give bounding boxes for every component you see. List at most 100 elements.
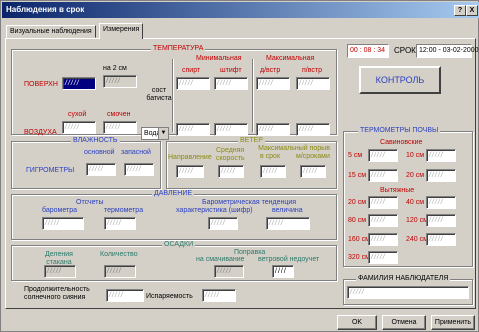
observer-name-field[interactable]: ///// [347,286,469,299]
min-spirit-field-2[interactable]: ///// [176,123,210,136]
v160-field[interactable]: ///// [368,233,398,246]
apply-button[interactable]: Применить [431,315,475,330]
temperature-legend: ТЕМПЕРАТУРА [151,45,206,52]
air-label: ВОЗДУХА [24,129,57,136]
batiste-state-label: сост батиста [146,87,172,102]
amount-label: Количество [100,251,138,258]
spirit-label: спирт [182,67,201,74]
tendency-value-field[interactable]: ///// [266,217,310,230]
v40-label: 40 см [406,199,425,206]
d-vstr-label: д/встр [260,67,281,74]
max-p-field[interactable]: ///// [296,77,330,90]
v120-label: 120 см [406,217,428,224]
s10-label: 10 см [406,152,425,159]
wind-max-gust-label: Максимальный порыв [258,145,330,152]
v20-label: 20 см [348,199,367,206]
hygrometers-label: ГИГРОМЕТРЫ [26,167,75,174]
wind-legend: ВЕТЕР [238,137,265,144]
wind-speed-field[interactable]: ///// [218,165,244,178]
v240-field[interactable]: ///// [426,233,456,246]
hygro-main-field[interactable]: ///// [86,163,116,176]
v40-field[interactable]: ///// [426,196,456,209]
depth-2cm-field[interactable]: ///// [103,75,137,88]
thermometer-field[interactable]: ///// [104,217,136,230]
chevron-down-icon[interactable]: ▼ [158,128,168,139]
hygro-spare-field[interactable]: ///// [124,163,154,176]
wind-between-label: м/сроками [296,153,330,160]
sunshine-label: Продолжительность солнечного сияния [24,286,90,301]
min-pin-field-2[interactable]: ///// [214,123,248,136]
s15-label: 15 см [348,172,367,179]
wind-deficit-field[interactable]: //// [272,265,294,278]
tendency-label: Барометрическая тенденция [202,199,297,206]
batiste-state-select[interactable]: Вода ▼ [141,127,169,140]
srok-label: СРОК [394,46,416,55]
close-button[interactable]: X [466,5,478,16]
barometer-label: барометра [42,207,77,214]
v80-field[interactable]: ///// [368,214,398,227]
glass-divisions-field[interactable]: ///// [44,265,76,278]
v320-field[interactable]: ///// [368,251,398,264]
s10-field[interactable]: ///// [426,149,456,162]
depth-2cm-label: на 2 см [103,65,127,72]
wind-gust-srok-field[interactable]: ///// [260,165,286,178]
help-button[interactable]: ? [454,5,466,16]
window-title: Наблюдения в срок [6,5,85,14]
s20-label: 20 см [406,172,425,179]
main-window: Наблюдения в срок ? X Визуальные наблюде… [0,0,479,332]
max-d-field[interactable]: ///// [256,77,290,90]
title-bar: Наблюдения в срок ? X [2,2,479,18]
max-d-field-2[interactable]: ///// [256,123,290,136]
s20-field[interactable]: ///// [426,169,456,182]
dry-label: сухой [68,111,87,118]
cancel-button[interactable]: Отмена [382,315,426,330]
surface-temp-field[interactable]: ///// [62,77,96,90]
temp-divider-1 [172,59,174,133]
wetting-field[interactable]: ///// [214,265,244,278]
characteristic-label: характеристика (шифр) [176,207,253,214]
pin-label: штифт [220,67,242,74]
min-spirit-field[interactable]: ///// [176,77,210,90]
v20-field[interactable]: ///// [368,196,398,209]
v120-field[interactable]: ///// [426,214,456,227]
precip-amount-field[interactable]: ///// [104,265,136,278]
dry-temp-field[interactable]: ///// [62,121,96,134]
s5-field[interactable]: ///// [368,149,398,162]
pressure-legend: ДАВЛЕНИЕ [152,190,195,197]
s5-label: 5 см [348,152,363,159]
s15-field[interactable]: ///// [368,169,398,182]
srok-value: 12:00 - 03-02-2000 [416,44,479,58]
min-pin-field[interactable]: ///// [214,77,248,90]
hum-spare-label: запасной [121,149,151,156]
v320-label: 320 см [348,254,370,261]
wind-direction-field[interactable]: ///// [176,165,204,178]
ok-button[interactable]: OK [337,315,377,330]
wind-direction-label: Направление [168,154,212,161]
max-p-field-2[interactable]: ///// [296,123,330,136]
observer-legend: ФАМИЛИЯ НАБЛЮДАТЕЛЯ [356,275,451,282]
tab-measurements[interactable]: Измерения [99,23,144,39]
wet-label: смочен [107,111,131,118]
tab-visual[interactable]: Визуальные наблюдения [6,25,96,38]
evaporation-field[interactable]: ///// [202,289,236,302]
max-temp-label: Максимальная [266,55,315,62]
min-temp-label: Минимальная [196,55,242,62]
characteristic-field[interactable]: ///// [208,217,238,230]
precip-legend: ОСАДКИ [162,241,196,248]
p-vstr-label: п/встр [302,67,322,74]
soil-legend: ТЕРМОМЕТРЫ ПОЧВЫ [358,127,441,134]
wind-avg-speed-label: Средняя скорость [216,147,245,162]
wet-temp-field[interactable]: ///// [103,121,137,134]
humidity-legend: ВЛАЖНОСТЬ [71,137,120,144]
v240-label: 240 см [406,236,428,243]
control-button[interactable]: КОНТРОЛЬ [359,66,441,94]
v80-label: 80 см [348,217,367,224]
wind-in-srok-label: в срок [260,153,281,160]
wetting-label: на смачивание [196,256,245,263]
vytyazh-label: Вытяжные [380,187,415,194]
thermometer-label: термометра [104,207,144,214]
clock-display: 00 : 08 : 34 [347,44,389,58]
barometer-field[interactable]: ///// [42,217,84,230]
sunshine-field[interactable]: ///// [106,289,144,302]
wind-gust-between-field[interactable]: ///// [300,165,326,178]
